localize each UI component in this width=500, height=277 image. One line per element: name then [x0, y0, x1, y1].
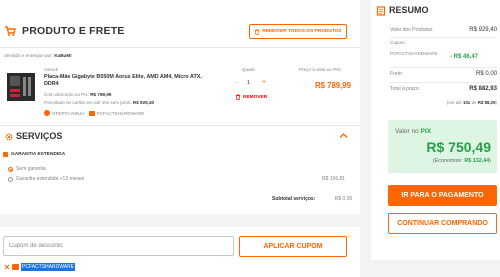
summary-products-label: Valor dos Produtos:	[390, 27, 434, 33]
cart-panel: PRODUTO E FRETE REMOVER TODOS OS PRODUTO…	[0, 0, 360, 214]
summary-shipping-label: Frete:	[390, 71, 404, 77]
installment-value: R$ 929,40	[132, 100, 155, 105]
quantity-increase-button[interactable]: +	[262, 79, 266, 86]
quantity-decrease-button[interactable]: −	[235, 80, 239, 87]
services-section-header[interactable]: SERVIÇOS	[0, 125, 360, 145]
apply-coupon-button[interactable]: APLICAR CUPOM	[239, 236, 347, 257]
installment-text: Parcelado no cartão em até 10x sem juros…	[44, 100, 132, 105]
summary-total-label: Total à prazo:	[390, 86, 421, 92]
summary-total-row: Total à prazo: R$ 882,93	[390, 86, 497, 92]
radio-selected[interactable]	[8, 166, 13, 172]
coupon-badge-label: PCFACTSHARDWARE	[96, 110, 145, 116]
coupon-input[interactable]	[3, 236, 234, 256]
price-label: Preço à vista no PIX:	[299, 67, 342, 72]
pix-value: R$ 750,49	[426, 139, 491, 155]
pix-savings-suffix: )	[489, 158, 491, 164]
summary-installment-note: (em até 10x de R$ 88,29)	[390, 100, 497, 105]
pix-price-box: Valor no PIX R$ 750,49 (Economize: R$ 13…	[388, 120, 497, 173]
remove-all-label: REMOVER TODOS OS PRODUTOS	[262, 29, 342, 34]
warranty-option-extended-label: Garantia estendida +12 meses	[16, 176, 85, 182]
item-price: R$ 789,99	[315, 81, 351, 90]
pix-label-prefix: Valor no	[395, 128, 419, 135]
page-title: PRODUTO E FRETE	[22, 25, 125, 37]
divider	[390, 82, 497, 83]
pix-label: Valor no PIX	[395, 128, 431, 135]
summary-coupon-label: Cupom	[390, 40, 405, 45]
pix-discount-value: R$ 789,99	[90, 92, 112, 97]
summary-products-row: Valor dos Produtos: R$ 929,40	[390, 27, 497, 33]
remove-all-button[interactable]: REMOVER TODOS OS PRODUTOS	[249, 24, 347, 39]
warranty-extended-price: R$ 156,81	[322, 176, 346, 182]
summary-title: RESUMO	[389, 5, 429, 15]
installment-line: Parcelado no cartão em até 10x sem juros…	[44, 100, 154, 105]
trash-icon	[236, 94, 240, 100]
summary-shipping-row: Frete: R$ 0,00	[390, 71, 497, 77]
ninja-offer-label: OFERTA NINJA	[52, 110, 85, 116]
applied-coupon-chip: PCFACTSHARDWARE	[4, 263, 76, 271]
warranty-title: GARANTIA ESTENDIDA	[3, 152, 65, 157]
product-image[interactable]	[6, 72, 36, 102]
remove-item-button[interactable]: REMOVER	[235, 94, 267, 100]
pix-savings-prefix: (Economize:	[432, 158, 463, 164]
warranty-option-none[interactable]: Sem garantia	[8, 166, 46, 172]
installment-middle: de	[471, 100, 477, 105]
cart-icon	[5, 26, 16, 36]
coupon-panel: APLICAR CUPOM PCFACTSHARDWARE	[0, 227, 360, 277]
divider	[390, 37, 497, 38]
summary-coupon-discount: - R$ 46,47	[450, 54, 479, 60]
divider	[390, 67, 497, 68]
pix-label-strong: PIX	[420, 128, 432, 135]
product-name[interactable]: Placa-Mãe Gigabyte B550M Aorus Elite, AM…	[44, 74, 204, 88]
installment-amount: R$ 88,29	[477, 100, 496, 105]
services-subtotal: Subtotal serviços: R$ 0,00	[272, 196, 352, 202]
warranty-title-label: GARANTIA ESTENDIDA	[11, 152, 66, 157]
summary-shipping-value: R$ 0,00	[475, 71, 497, 77]
summary-icon	[376, 6, 386, 16]
product-brand: Asrock	[44, 67, 59, 72]
services-title: SERVIÇOS	[16, 131, 63, 141]
pix-discount-line: Com desconto no Pix: R$ 789,99	[44, 92, 111, 97]
chevron-up-icon[interactable]	[339, 131, 348, 140]
ninja-offer-badge: OFERTA NINJA	[44, 110, 85, 116]
product-badges: OFERTA NINJA PCFACTSHARDWARE	[44, 110, 144, 116]
seller-prefix: Vendido e entregue por:	[4, 53, 54, 58]
warranty-icon	[3, 152, 8, 157]
radio-unselected[interactable]	[8, 176, 13, 182]
summary-products-value: R$ 929,40	[469, 27, 497, 33]
quantity-label: Quant.	[242, 67, 256, 72]
close-icon[interactable]	[4, 264, 10, 270]
remove-item-label: REMOVER	[243, 94, 268, 100]
warranty-option-none-label: Sem garantia	[16, 166, 46, 172]
quantity-value[interactable]: 1	[247, 80, 250, 86]
installment-suffix: )	[495, 100, 497, 105]
seller-info: Vendido e entregue por: KaBuM!	[4, 53, 72, 58]
services-subtotal-value: R$ 0,00	[334, 196, 353, 202]
seller-name: KaBuM!	[54, 53, 72, 58]
services-subtotal-label: Subtotal serviços:	[272, 196, 316, 202]
gear-icon	[5, 133, 13, 141]
installment-prefix: (em até	[446, 100, 462, 105]
warranty-option-extended[interactable]: Garantia estendida +12 meses	[8, 176, 84, 182]
cart-header: PRODUTO E FRETE REMOVER TODOS OS PRODUTO…	[0, 16, 360, 48]
coupon-tag-icon	[88, 110, 95, 116]
summary-total-value: R$ 882,93	[469, 86, 497, 92]
pix-savings: (Economize: R$ 132,44)	[433, 158, 491, 164]
installment-count: 10x	[463, 100, 471, 105]
pix-savings-value: R$ 132,44	[464, 158, 490, 164]
ninja-icon	[44, 110, 50, 116]
applied-coupon-code: PCFACTSHARDWARE	[21, 263, 76, 271]
summary-coupon-code: PCFACTSHARDWARE	[390, 51, 438, 56]
coupon-badge: PCFACTSHARDWARE	[88, 110, 145, 116]
go-to-payment-button[interactable]: IR PARA O PAGAMENTO	[388, 185, 497, 206]
continue-shopping-button[interactable]: CONTINUAR COMPRANDO	[388, 213, 497, 234]
coupon-tag-icon	[12, 264, 19, 270]
pix-discount-text: Com desconto no Pix:	[44, 92, 89, 97]
trash-icon	[255, 28, 260, 35]
summary-panel: RESUMO Valor dos Produtos: R$ 929,40 Cup…	[371, 0, 500, 260]
